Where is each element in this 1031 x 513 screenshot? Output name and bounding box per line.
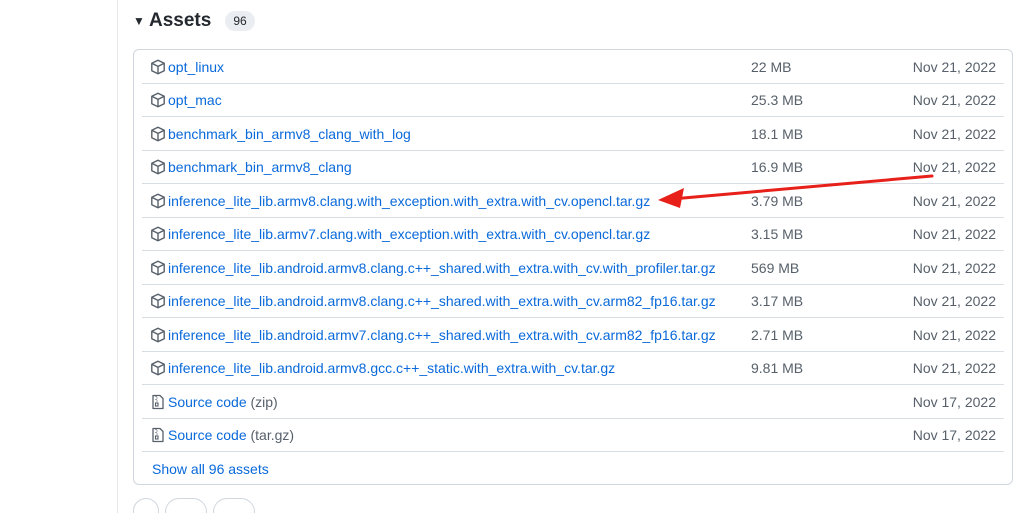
asset-link[interactable]: benchmark_bin_armv8_clang_with_log [168, 118, 411, 151]
assets-count-badge: 96 [225, 11, 255, 31]
package-icon [150, 226, 166, 242]
asset-name: inference_lite_lib.android.armv7.clang.c… [168, 327, 716, 343]
package-icon [150, 126, 166, 142]
asset-date: Nov 21, 2022 [912, 159, 996, 175]
asset-row: benchmark_bin_armv8_clang 16.9 MB Nov 21, … [134, 151, 1012, 184]
package-icon [150, 59, 166, 75]
reaction-thumbs-up[interactable] [165, 498, 207, 513]
package-icon [150, 293, 166, 309]
asset-name: benchmark_bin_armv8_clang_with_log [168, 126, 411, 142]
asset-date: Nov 21, 2022 [912, 92, 996, 108]
asset-row: inference_lite_lib.android.armv8.clang.c… [134, 252, 1012, 285]
asset-date: Nov 21, 2022 [912, 126, 996, 142]
asset-size: 16.9 MB [751, 159, 804, 175]
asset-row: opt_mac 25.3 MB Nov 21, 2022 [134, 84, 1012, 117]
asset-link[interactable]: benchmark_bin_armv8_clang [168, 151, 352, 184]
asset-size: 22 MB [751, 59, 792, 75]
asset-name: opt_mac [168, 92, 222, 108]
asset-name: benchmark_bin_armv8_clang [168, 159, 352, 175]
asset-name: inference_lite_lib.android.armv8.clang.c… [168, 260, 716, 276]
asset-link[interactable]: inference_lite_lib.android.armv7.clang.c… [168, 319, 716, 352]
file-zip-icon [150, 427, 166, 443]
asset-link[interactable]: opt_linux [168, 51, 224, 84]
asset-row: Source code (zip) Nov 17, 2022 [134, 386, 1012, 419]
package-icon [150, 159, 166, 175]
package-icon [150, 92, 166, 108]
package-icon [150, 327, 166, 343]
asset-name: inference_lite_lib.android.armv8.gcc.c++… [168, 360, 616, 376]
asset-size: 3.17 MB [751, 293, 804, 309]
asset-date: Nov 21, 2022 [912, 59, 996, 75]
asset-date: Nov 21, 2022 [912, 226, 996, 242]
file-zip-icon [150, 394, 166, 410]
asset-ext: (zip) [250, 394, 278, 410]
asset-name: inference_lite_lib.armv7.clang.with_exce… [168, 226, 651, 242]
asset-row: Source code (tar.gz) Nov 17, 2022 [134, 419, 1012, 452]
show-all-assets-link[interactable]: Show all 96 assets [152, 461, 269, 477]
asset-size: 569 MB [751, 260, 800, 276]
asset-row: opt_linux 22 MB Nov 21, 2022 [134, 51, 1012, 84]
add-reaction-button[interactable] [133, 498, 159, 513]
reaction-rocket[interactable] [213, 498, 255, 513]
asset-name: inference_lite_lib.armv8.clang.with_exce… [168, 193, 651, 209]
asset-name: Source code [168, 394, 247, 410]
triangle-down-icon: ▼ [133, 14, 145, 28]
asset-size: 3.79 MB [751, 193, 804, 209]
asset-date: Nov 17, 2022 [912, 427, 996, 443]
assets-list: opt_linux 22 MB Nov 21, 2022 opt_mac 25.3 MB… [133, 49, 1013, 485]
asset-date: Nov 21, 2022 [912, 327, 996, 343]
asset-row: inference_lite_lib.armv7.clang.with_exce… [134, 218, 1012, 251]
asset-name: Source code [168, 427, 247, 443]
asset-date: Nov 17, 2022 [912, 394, 996, 410]
asset-date: Nov 21, 2022 [912, 360, 996, 376]
asset-row: benchmark_bin_armv8_clang_with_log 18.1 M… [134, 118, 1012, 151]
asset-link[interactable]: inference_lite_lib.armv8.clang.with_exce… [168, 185, 650, 218]
asset-row: inference_lite_lib.android.armv8.gcc.c++… [134, 352, 1012, 385]
asset-link[interactable]: inference_lite_lib.android.armv8.clang.c… [168, 252, 716, 285]
asset-row: inference_lite_lib.android.armv8.clang.c… [134, 285, 1012, 318]
asset-date: Nov 21, 2022 [912, 260, 996, 276]
package-icon [150, 193, 166, 209]
asset-link[interactable]: Source code (zip) [168, 386, 278, 419]
package-icon [150, 360, 166, 376]
assets-header[interactable]: ▼ Assets 96 [133, 8, 255, 34]
asset-name: opt_linux [168, 59, 225, 75]
asset-row: inference_lite_lib.android.armv7.clang.c… [134, 319, 1012, 352]
asset-link[interactable]: opt_mac [168, 84, 222, 117]
asset-name: inference_lite_lib.android.armv8.clang.c… [168, 293, 716, 309]
assets-title: Assets [149, 10, 212, 31]
package-icon [150, 260, 166, 276]
asset-link[interactable]: inference_lite_lib.android.armv8.clang.c… [168, 285, 716, 318]
asset-row: inference_lite_lib.armv8.clang.with_exce… [134, 185, 1012, 218]
asset-ext: (tar.gz) [250, 427, 295, 443]
asset-size: 18.1 MB [751, 126, 804, 142]
asset-link[interactable]: Source code (tar.gz) [168, 419, 294, 452]
asset-date: Nov 21, 2022 [912, 193, 996, 209]
asset-size: 25.3 MB [751, 92, 804, 108]
asset-link[interactable]: inference_lite_lib.android.armv8.gcc.c++… [168, 352, 615, 385]
reactions-bar [133, 498, 255, 513]
asset-size: 3.15 MB [751, 226, 804, 242]
asset-size: 2.71 MB [751, 327, 804, 343]
asset-size: 9.81 MB [751, 360, 804, 376]
asset-link[interactable]: inference_lite_lib.armv7.clang.with_exce… [168, 218, 650, 251]
asset-date: Nov 21, 2022 [912, 293, 996, 309]
sidebar-divider [117, 0, 118, 513]
